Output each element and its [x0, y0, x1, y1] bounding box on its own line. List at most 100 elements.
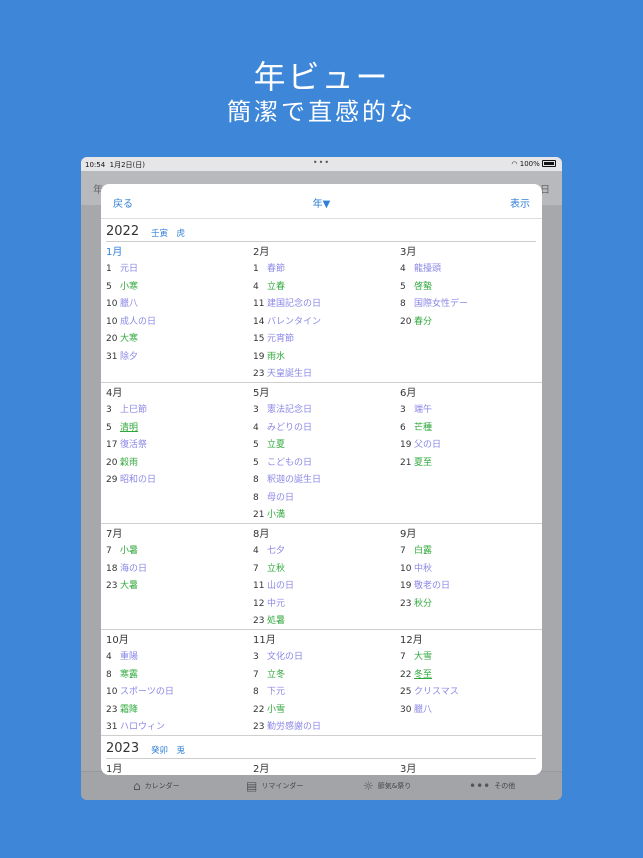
event-item[interactable]: 5 こどもの日	[253, 455, 321, 473]
event-item[interactable]: 10 成人の日	[106, 314, 156, 332]
month-cell[interactable]: 5月 3 憲法記念日 4 みどりの日 5 立夏 5 こどもの日 8 釈迦の誕生日 8 母の日 21 小満	[253, 386, 321, 525]
tab-reminder[interactable]: ▤ リマインダー	[246, 779, 303, 793]
next-year-months: 1月 2月 3月	[101, 759, 542, 775]
event-item[interactable]: 8 国際女性デー	[400, 296, 468, 314]
event-item[interactable]: 14 バレンタイン	[253, 314, 321, 332]
event-name: 雨水	[267, 351, 286, 362]
event-name: 上巳節	[120, 405, 148, 415]
event-item[interactable]: 18 海の日	[106, 561, 147, 579]
event-name: 成人の日	[120, 316, 157, 327]
event-item[interactable]: 22 冬至	[400, 667, 459, 685]
event-item[interactable]: 8 母の日	[253, 490, 321, 508]
month-cell[interactable]: 3月	[400, 762, 416, 775]
event-item[interactable]: 4 立春	[253, 279, 321, 297]
event-item[interactable]: 19 父の日	[400, 437, 441, 455]
event-item[interactable]: 23 処暑	[253, 613, 294, 631]
event-item[interactable]: 7 立冬	[253, 667, 321, 685]
event-item[interactable]: 5 立夏	[253, 437, 321, 455]
event-name: 国際女性デー	[414, 299, 469, 309]
event-item[interactable]: 21 小満	[253, 507, 321, 525]
month-cell[interactable]: 1月	[106, 762, 122, 775]
event-item[interactable]: 7 小暑	[106, 543, 147, 561]
event-item[interactable]: 8 釈迦の誕生日	[253, 472, 321, 490]
event-item[interactable]: 30 臘八	[400, 702, 459, 720]
view-mode-dropdown[interactable]: 年▼	[101, 195, 542, 210]
event-item[interactable]: 10 スポーツの日	[106, 684, 174, 702]
event-item[interactable]: 3 上巳節	[106, 402, 156, 420]
month-cell[interactable]: 8月 4 七夕 7 立秋 11 山の日 12 中元 23 処暑	[253, 527, 294, 631]
event-item[interactable]: 7 白露	[400, 543, 450, 561]
multitask-dots-icon[interactable]: •••	[313, 158, 330, 167]
month-cell[interactable]: 7月 7 小暑 18 海の日 23 大暑	[106, 527, 147, 596]
month-label: 8月	[253, 529, 270, 540]
event-item[interactable]: 15 元宵節	[253, 331, 321, 349]
event-item[interactable]: 22 小雪	[253, 702, 321, 720]
event-name: 建国記念の日	[267, 299, 322, 309]
event-item[interactable]: 7 立秋	[253, 561, 294, 579]
event-item[interactable]: 4 七夕	[253, 543, 294, 561]
event-day: 7	[400, 652, 406, 662]
month-cell[interactable]: 10月 4 重陽 8 寒露 10 スポーツの日 23 霜降 31 ハロウィン	[106, 633, 174, 737]
event-item[interactable]: 8 寒露	[106, 667, 174, 685]
show-button[interactable]: 表示	[510, 195, 530, 210]
event-item[interactable]: 11 山の日	[253, 578, 294, 596]
event-item[interactable]: 21 夏至	[400, 455, 441, 473]
event-item[interactable]: 19 敬老の日	[400, 578, 450, 596]
event-item[interactable]: 20 春分	[400, 314, 468, 332]
event-day: 29	[106, 475, 118, 485]
more-icon: •••	[469, 779, 491, 793]
event-item[interactable]: 4 重陽	[106, 649, 174, 667]
month-cell[interactable]: 11月 3 文化の日 7 立冬 8 下元 22 小雪 23 勤労感謝の日	[253, 633, 321, 737]
event-day: 20	[400, 316, 412, 327]
event-item[interactable]: 23 天皇誕生日	[253, 366, 321, 384]
event-item[interactable]: 19 雨水	[253, 349, 321, 367]
event-item[interactable]: 12 中元	[253, 596, 294, 614]
event-item[interactable]: 5 啓蟄	[400, 279, 468, 297]
month-cell[interactable]: 3月 4 龍擡頭 5 啓蟄 8 国際女性デー 20 春分	[400, 245, 468, 331]
event-item[interactable]: 11 建国記念の日	[253, 296, 321, 314]
event-day: 6	[400, 422, 406, 433]
event-item[interactable]: 8 下元	[253, 684, 321, 702]
event-item[interactable]: 4 みどりの日	[253, 420, 321, 438]
event-item[interactable]: 5 清明	[106, 420, 156, 438]
event-name: 春節	[267, 264, 286, 274]
tab-festivals[interactable]: ☼ 節気&祭り	[363, 779, 411, 793]
event-item[interactable]: 3 憲法記念日	[253, 402, 321, 420]
event-item[interactable]: 3 端午	[400, 402, 441, 420]
event-item[interactable]: 10 臘八	[106, 296, 156, 314]
event-day: 1	[253, 264, 259, 274]
event-item[interactable]: 10 中秋	[400, 561, 450, 579]
month-cell[interactable]: 2月 1 春節 4 立春 11 建国記念の日 14 バレンタイン 15 元宵節 19 雨水 23 天皇誕生日	[253, 245, 321, 384]
event-item[interactable]: 29 昭和の日	[106, 472, 156, 490]
year-list: 2022 壬寅 虎 1月 1 元日 5 小寒 10 臘八 10 成人の日 20 大寒 31 除夕 2月 1 春…	[101, 219, 542, 775]
event-item[interactable]: 7 大雪	[400, 649, 459, 667]
event-day: 19	[400, 440, 412, 450]
month-cell[interactable]: 4月 3 上巳節 5 清明 17 復活祭 20 穀雨 29 昭和の日	[106, 386, 156, 490]
event-item[interactable]: 1 元日	[106, 261, 156, 279]
event-item[interactable]: 5 小寒	[106, 279, 156, 297]
month-label: 3月	[400, 764, 417, 775]
event-item[interactable]: 31 ハロウィン	[106, 719, 174, 737]
month-cell[interactable]: 9月 7 白露 10 中秋 19 敬老の日 23 秋分	[400, 527, 450, 613]
event-item[interactable]: 4 龍擡頭	[400, 261, 468, 279]
event-item[interactable]: 23 勤労感謝の日	[253, 719, 321, 737]
event-item[interactable]: 31 除夕	[106, 349, 156, 367]
event-item[interactable]: 20 穀雨	[106, 455, 156, 473]
event-item[interactable]: 17 復活祭	[106, 437, 156, 455]
event-item[interactable]: 1 春節	[253, 261, 321, 279]
sheet-nav-bar: 戻る 年▼ 表示	[101, 184, 542, 219]
event-item[interactable]: 6 芒種	[400, 420, 441, 438]
month-cell[interactable]: 6月 3 端午 6 芒種 19 父の日 21 夏至	[400, 386, 441, 472]
month-cell[interactable]: 2月	[253, 762, 269, 775]
event-item[interactable]: 23 霜降	[106, 702, 174, 720]
event-item[interactable]: 20 大寒	[106, 331, 156, 349]
tab-calendar[interactable]: ⌂ カレンダー	[133, 779, 180, 793]
event-name: みどりの日	[267, 422, 313, 433]
month-cell[interactable]: 12月 7 大雪 22 冬至 25 クリスマス 30 臘八	[400, 633, 459, 719]
month-cell[interactable]: 1月 1 元日 5 小寒 10 臘八 10 成人の日 20 大寒 31 除夕	[106, 245, 156, 366]
event-item[interactable]: 25 クリスマス	[400, 684, 459, 702]
event-item[interactable]: 23 大暑	[106, 578, 147, 596]
event-item[interactable]: 23 秋分	[400, 596, 450, 614]
tab-more[interactable]: ••• その他	[469, 779, 515, 793]
event-item[interactable]: 3 文化の日	[253, 649, 321, 667]
